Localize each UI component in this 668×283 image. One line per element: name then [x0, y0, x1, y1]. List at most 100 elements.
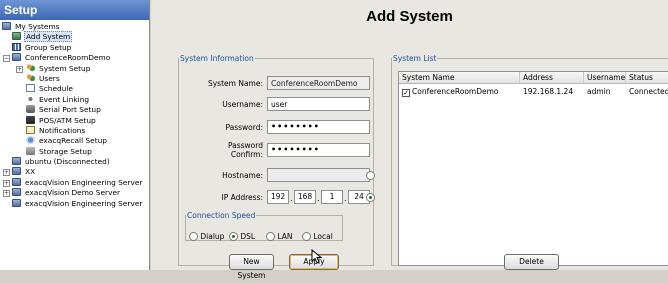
system-name-cell: ✓ ConferenceRoomDemo [402, 87, 499, 97]
system-name-label: System Name: [207, 79, 263, 88]
hostname-label: Hostname: [222, 171, 263, 180]
radio-icon [189, 232, 198, 241]
tree-item-system-setup[interactable]: + System Setup [0, 63, 149, 74]
system-name-row: System Name: ConferenceRoomDemo [179, 76, 375, 90]
radio-icon [302, 232, 311, 241]
server-icon [12, 157, 21, 166]
speed-option-dsl[interactable]: DSL [229, 232, 255, 241]
tree-item-my-systems[interactable]: My Systems [0, 22, 149, 32]
username-label: Username: [222, 100, 263, 109]
tree-item-schedule[interactable]: Schedule [0, 84, 149, 94]
ip-dot: . [290, 194, 293, 203]
tree-item-ubuntu[interactable]: ubuntu (Disconnected) [0, 157, 149, 167]
username-row: Username: user [179, 97, 375, 111]
column-header-address[interactable]: Address [520, 72, 584, 84]
pos-icon [26, 115, 35, 124]
ip-octet-2[interactable]: 168 [294, 190, 316, 204]
column-header-username[interactable]: Username [584, 72, 626, 84]
group-icon [12, 42, 21, 51]
password-label: Password: [225, 123, 263, 132]
expand-icon[interactable]: + [3, 190, 10, 198]
tree-item-demo-server[interactable]: + exacqVision Demo Server [0, 188, 149, 198]
tree-item-engineering-server[interactable]: + exacqVision Engineering Server [0, 177, 149, 188]
system-name-field[interactable]: ConferenceRoomDemo [267, 76, 370, 90]
tree-item-notifications[interactable]: Notifications [0, 125, 149, 136]
server-icon [12, 177, 21, 186]
tree-item-users[interactable]: Users [0, 73, 149, 84]
new-system-button[interactable]: New System [229, 254, 274, 280]
column-header-system-name[interactable]: System Name [399, 72, 520, 84]
connection-speed-legend: Connection Speed [187, 211, 256, 220]
tree-item-xx[interactable]: + XX [0, 167, 149, 177]
ip-dot: . [344, 194, 347, 203]
systems-icon [2, 22, 11, 30]
ip-address-radio[interactable] [366, 193, 375, 202]
username-cell: admin [587, 87, 611, 96]
serial-port-icon [26, 105, 35, 114]
column-header-status[interactable]: Status [626, 72, 668, 84]
row-checkbox[interactable]: ✓ [402, 89, 410, 97]
notifications-icon [26, 125, 35, 134]
ip-dot: . [317, 194, 320, 203]
ip-address-row: IP Address: 192 . 168 . 1 . 24 [179, 190, 375, 204]
system-list-table[interactable]: System Name Address Username Status ✓ Con… [398, 71, 668, 266]
table-row[interactable]: ✓ ConferenceRoomDemo 192.168.1.24 admin C… [399, 86, 668, 97]
username-field[interactable]: user [267, 97, 370, 111]
hostname-field[interactable] [267, 168, 370, 182]
mouse-cursor-icon [311, 249, 322, 264]
speed-option-dialup[interactable]: Dialup [189, 232, 224, 241]
expand-icon[interactable]: + [16, 65, 23, 73]
add-system-icon [12, 32, 21, 41]
system-setup-icon [26, 63, 35, 72]
add-system-panel: Add System System Information System Nam… [151, 0, 668, 280]
system-list-legend: System List [393, 54, 437, 63]
tree-item-event-linking[interactable]: Event Linking [0, 94, 149, 105]
system-list-group: System List System Name Address Username… [391, 54, 668, 270]
ip-octet-1[interactable]: 192 [267, 190, 289, 204]
tree-item-pos-atm-setup[interactable]: POS/ATM Setup [0, 115, 149, 126]
radio-icon [229, 232, 238, 241]
system-tree: My Systems Add System Group Setup − Conf… [0, 20, 149, 209]
password-field[interactable]: •••••••• [267, 120, 370, 134]
server-icon [12, 167, 21, 176]
server-icon [12, 198, 21, 207]
password-row: Password: •••••••• [179, 120, 375, 134]
password-confirm-row: Password Confirm: •••••••• [179, 141, 375, 161]
radio-icon [266, 232, 275, 241]
storage-icon [26, 146, 35, 155]
tree-item-add-system[interactable]: Add System [0, 31, 149, 43]
server-icon [12, 188, 21, 197]
tree-item-exacqrecall-setup[interactable]: exacqRecall Setup [0, 136, 149, 146]
system-list-header: System Name Address Username Status [399, 72, 668, 84]
expand-icon[interactable]: + [3, 169, 10, 177]
event-link-icon [26, 94, 35, 103]
delete-button[interactable]: Delete [504, 254, 559, 270]
tree-item-storage-setup[interactable]: Storage Setup [0, 146, 149, 157]
system-information-group: System Information System Name: Conferen… [178, 54, 375, 280]
tree-item-conference-room-demo[interactable]: − ConferenceRoomDemo [0, 53, 149, 63]
system-information-legend: System Information [180, 54, 254, 63]
setup-header: Setup [0, 0, 149, 20]
expand-icon[interactable]: + [3, 179, 10, 187]
ip-address-label: IP Address: [221, 193, 263, 202]
hostname-radio[interactable] [366, 171, 375, 180]
tree-item-serial-port-setup[interactable]: Serial Port Setup [0, 105, 149, 115]
server-icon [12, 53, 21, 62]
page-title: Add System [366, 8, 453, 25]
collapse-icon[interactable]: − [3, 55, 10, 63]
tree-item-group-setup[interactable]: Group Setup [0, 42, 149, 53]
address-cell: 192.168.1.24 [523, 87, 574, 96]
speed-option-lan[interactable]: LAN [266, 232, 292, 241]
connection-speed-group: Connection Speed Dialup DSL LAN Local [185, 211, 343, 241]
recall-icon [26, 136, 35, 145]
ip-octet-3[interactable]: 1 [321, 190, 343, 204]
users-icon [26, 73, 35, 82]
password-confirm-field[interactable]: •••••••• [267, 143, 370, 157]
status-cell: Connected. [629, 87, 668, 96]
speed-option-local[interactable]: Local [302, 232, 333, 241]
password-confirm-label: Password Confirm: [227, 141, 263, 159]
schedule-icon [26, 84, 35, 93]
tree-item-engineering-server-2[interactable]: exacqVision Engineering Server [0, 198, 149, 209]
hostname-row: Hostname: [179, 168, 375, 182]
setup-tree-pane: Setup My Systems Add System Group Setup … [0, 0, 150, 270]
